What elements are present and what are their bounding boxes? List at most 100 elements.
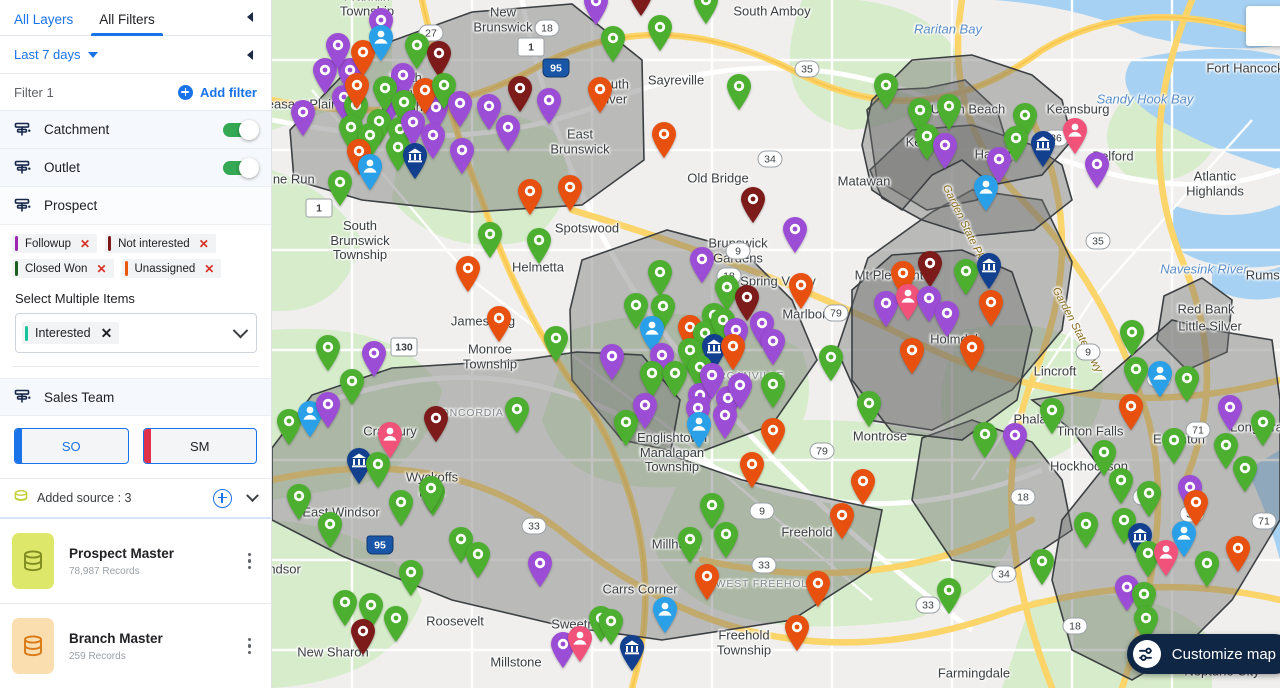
map-pin-purple[interactable]: [536, 87, 562, 125]
map-pin-green[interactable]: [600, 25, 626, 63]
map-pin-green[interactable]: [418, 475, 444, 513]
sales-team-button-sm[interactable]: SM: [142, 428, 257, 464]
map-pin-purple[interactable]: [1084, 151, 1110, 189]
map-pin-person-blue[interactable]: [686, 411, 712, 449]
map-pin-bank[interactable]: [976, 252, 1002, 290]
map-pin-green[interactable]: [1123, 356, 1149, 394]
layer-row-catchment[interactable]: Catchment: [0, 111, 271, 149]
map-pin-orange[interactable]: [739, 451, 765, 489]
map-pin-orange[interactable]: [784, 614, 810, 652]
map-pin-purple[interactable]: [782, 216, 808, 254]
chip-remove-icon[interactable]: ✕: [96, 263, 106, 275]
tab-all-layers[interactable]: All Layers: [14, 12, 73, 36]
map-pin-darkred[interactable]: [740, 186, 766, 224]
map-pin-darkred[interactable]: [628, 0, 654, 17]
map-pin-green[interactable]: [856, 390, 882, 428]
tab-all-filters[interactable]: All Filters: [91, 12, 163, 36]
map-pin-orange[interactable]: [694, 563, 720, 601]
map-pin-purple[interactable]: [932, 132, 958, 170]
map-pin-orange[interactable]: [959, 334, 985, 372]
collapse-panel-icon[interactable]: [243, 10, 257, 24]
map-pin-green[interactable]: [693, 0, 719, 25]
map-pin-orange[interactable]: [829, 502, 855, 540]
map-pin-person-blue[interactable]: [652, 596, 678, 634]
select-multiple-input[interactable]: Interested ✕: [15, 313, 257, 353]
map-pin-green[interactable]: [1232, 455, 1258, 493]
map-pin-green[interactable]: [1161, 427, 1187, 465]
map-pin-purple[interactable]: [632, 392, 658, 430]
map-pin-orange[interactable]: [1118, 393, 1144, 431]
map-pin-bank[interactable]: [1030, 130, 1056, 168]
map-pin-purple[interactable]: [583, 0, 609, 26]
map-pin-green[interactable]: [662, 360, 688, 398]
map-canvas[interactable]: FranklinTownshipNewBrunswickSouth AmboyR…: [272, 0, 1280, 688]
map-pin-orange[interactable]: [788, 272, 814, 310]
map-pin-green[interactable]: [818, 344, 844, 382]
chip-remove-icon[interactable]: ✕: [80, 238, 90, 250]
map-pin-green[interactable]: [286, 483, 312, 521]
map-pin-green[interactable]: [327, 169, 353, 207]
layer-row-outlet[interactable]: Outlet: [0, 149, 271, 187]
map-pin-purple[interactable]: [760, 328, 786, 366]
map-pin-orange[interactable]: [651, 121, 677, 159]
map-pin-green[interactable]: [526, 227, 552, 265]
map-pin-green[interactable]: [972, 421, 998, 459]
map-pin-green[interactable]: [339, 368, 365, 406]
map-pin-green[interactable]: [1039, 397, 1065, 435]
date-range-value[interactable]: Last 7 days: [14, 47, 81, 62]
map-pin-purple[interactable]: [599, 343, 625, 381]
map-pin-person-blue[interactable]: [1147, 360, 1173, 398]
map-pin-green[interactable]: [465, 541, 491, 579]
map-pin-orange[interactable]: [978, 289, 1004, 327]
map-pin-green[interactable]: [1029, 548, 1055, 586]
map-pin-purple[interactable]: [495, 114, 521, 152]
map-pin-person-pink[interactable]: [377, 421, 403, 459]
map-pin-purple[interactable]: [1217, 394, 1243, 432]
source-list-item[interactable]: Branch Master 259 Records: [0, 604, 271, 688]
chip-remove-icon[interactable]: ✕: [204, 263, 214, 275]
layer-row-sales-team[interactable]: Sales Team: [0, 378, 271, 416]
map-pin-purple[interactable]: [727, 372, 753, 410]
map-pin-orange[interactable]: [760, 417, 786, 455]
map-pin-green[interactable]: [317, 511, 343, 549]
map-pin-purple[interactable]: [325, 32, 351, 70]
map-pin-darkred[interactable]: [507, 75, 533, 113]
map-pin-green[interactable]: [315, 334, 341, 372]
sales-team-button-so[interactable]: SO: [14, 428, 129, 464]
map-pin-orange[interactable]: [517, 178, 543, 216]
outlet-toggle[interactable]: [223, 157, 259, 178]
source-list-item[interactable]: Prospect Master 78,987 Records: [0, 519, 271, 604]
chip-remove-icon[interactable]: ✕: [199, 238, 209, 250]
map-pin-person-blue[interactable]: [368, 24, 394, 62]
chevron-down-icon[interactable]: [87, 51, 98, 58]
map-pin-green[interactable]: [383, 605, 409, 643]
map-pin-purple[interactable]: [447, 90, 473, 128]
map-pin-green[interactable]: [1073, 511, 1099, 549]
map-control-button[interactable]: [1246, 6, 1280, 46]
map-pin-orange[interactable]: [344, 72, 370, 110]
source-options-icon[interactable]: [242, 549, 257, 573]
collapse-daterow-icon[interactable]: [243, 48, 257, 62]
map-pin-darkred[interactable]: [350, 618, 376, 656]
map-pin-green[interactable]: [936, 577, 962, 615]
map-pin-green[interactable]: [1194, 550, 1220, 588]
map-pin-green[interactable]: [477, 221, 503, 259]
map-pin-green[interactable]: [713, 521, 739, 559]
source-options-icon[interactable]: [242, 634, 257, 658]
map-pin-green[interactable]: [504, 396, 530, 434]
catchment-toggle[interactable]: [223, 119, 259, 140]
map-pin-purple[interactable]: [1002, 422, 1028, 460]
map-pin-green[interactable]: [388, 489, 414, 527]
map-pin-green[interactable]: [1136, 480, 1162, 518]
map-pin-green[interactable]: [1108, 467, 1134, 505]
map-pin-green[interactable]: [543, 325, 569, 363]
map-pin-green[interactable]: [760, 371, 786, 409]
map-pin-bank[interactable]: [402, 142, 428, 180]
chevron-down-icon[interactable]: [246, 488, 259, 502]
map-pin-purple[interactable]: [449, 137, 475, 175]
map-pin-green[interactable]: [398, 559, 424, 597]
map-pin-orange[interactable]: [587, 76, 613, 114]
chip-remove-icon[interactable]: ✕: [101, 326, 113, 340]
map-pin-person-pink[interactable]: [1153, 539, 1179, 577]
map-pin-green[interactable]: [1119, 319, 1145, 357]
